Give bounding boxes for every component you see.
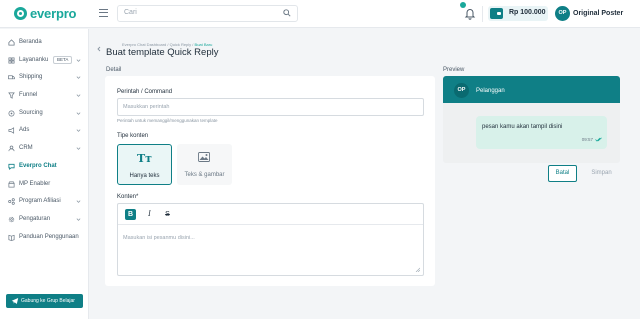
- chevron-down-icon: [76, 199, 81, 203]
- sidebar-item-label: Shipping: [19, 74, 43, 80]
- preview-message: pesan kamu akan tampil disini: [482, 124, 563, 130]
- sidebar-item-beranda[interactable]: Beranda: [0, 35, 89, 49]
- save-button[interactable]: Simpan: [584, 165, 619, 182]
- chevron-down-icon: [76, 93, 81, 97]
- balance-chip[interactable]: Rp 100.000: [488, 6, 548, 21]
- beta-badge: BETA: [53, 56, 73, 64]
- command-input[interactable]: Masukkan perintah: [117, 98, 424, 116]
- sidebar-item-crm[interactable]: CRM: [0, 141, 89, 155]
- strikethrough-button[interactable]: S: [162, 209, 173, 220]
- user-avatar[interactable]: OP: [555, 6, 570, 21]
- sidebar-item-label: MP Enabler: [19, 181, 51, 187]
- gear-icon: [8, 216, 15, 222]
- content-type-label: Tipe konten: [117, 133, 149, 139]
- sidebar-item-shipping[interactable]: Shipping: [0, 70, 89, 84]
- sidebar-item-label: Sourcing: [19, 110, 43, 116]
- italic-button[interactable]: I: [144, 209, 155, 220]
- megaphone-icon: [8, 126, 15, 134]
- search-icon[interactable]: [283, 9, 291, 17]
- sidebar-item-label: Panduan Penggunaan: [19, 234, 79, 240]
- read-check-icon: [595, 137, 602, 142]
- sourcing-icon: [8, 110, 15, 116]
- top-bar: everpro Cari Rp 100.000 OP Original Post…: [0, 0, 640, 28]
- book-icon: [8, 234, 15, 241]
- editor-toolbar: B I S: [118, 204, 423, 225]
- content-placeholder: Masukan isi pesanmu disini...: [123, 235, 195, 241]
- search-placeholder: Cari: [124, 9, 137, 16]
- content-editor[interactable]: B I S Masukan isi pesanmu disini...: [117, 203, 424, 276]
- cancel-button[interactable]: Batal: [548, 165, 577, 182]
- sidebar-item-label: Beranda: [19, 39, 42, 45]
- chevron-down-icon: [76, 128, 81, 132]
- user-name[interactable]: Original Poster: [573, 10, 623, 17]
- sidebar-item-panduan-penggunaan[interactable]: Panduan Penggunaan: [0, 230, 89, 244]
- preview-section-label: Preview: [443, 67, 465, 73]
- detail-section-label: Detail: [106, 67, 122, 73]
- content-type-text-only[interactable]: Tт Hanya teks: [117, 144, 172, 185]
- sidebar-item-layananku[interactable]: Layananku BETA: [0, 53, 89, 67]
- sidebar-item-funnel[interactable]: Funnel: [0, 88, 89, 102]
- content-type-label-image: Teks & gambar: [184, 172, 225, 178]
- back-chevron-icon[interactable]: [96, 46, 102, 52]
- page-title: Buat template Quick Reply: [106, 47, 219, 58]
- command-placeholder: Masukkan perintah: [123, 104, 170, 110]
- sidebar-item-label: CRM: [19, 145, 33, 151]
- wallet-icon: [490, 8, 503, 19]
- preview-header: OP Pelanggan: [443, 76, 620, 103]
- sidebar-item-label: Program Afiliasi: [19, 198, 61, 204]
- chevron-down-icon: [76, 58, 81, 62]
- chevron-down-icon: [76, 111, 81, 115]
- image-icon: [198, 152, 210, 162]
- sidebar-item-ads[interactable]: Ads: [0, 123, 89, 137]
- message-time: 09:57: [581, 137, 593, 142]
- sidebar-item-label: Pengaturan: [19, 216, 51, 222]
- search-input[interactable]: Cari: [117, 5, 298, 22]
- content-type-label-text: Hanya teks: [129, 173, 160, 179]
- grid-icon: [8, 57, 15, 63]
- chevron-down-icon: [76, 75, 81, 79]
- affiliate-icon: [8, 197, 15, 205]
- sidebar-item-program-afiliasi[interactable]: Program Afiliasi: [0, 194, 89, 208]
- message-bubble: pesan kamu akan tampil disini 09:57: [476, 116, 607, 149]
- sidebar-item-label: Everpro Chat: [19, 163, 57, 169]
- sidebar-item-everpro-chat[interactable]: Everpro Chat: [0, 159, 89, 173]
- join-button-label: Gabung ke Grup Belajar: [21, 298, 75, 304]
- chevron-down-icon: [76, 217, 81, 221]
- sidebar-item-label: Layananku: [19, 57, 49, 63]
- telegram-icon: [11, 298, 19, 304]
- text-icon: Tт: [137, 152, 153, 165]
- balance-amount: Rp 100.000: [509, 9, 546, 16]
- truck-icon: [8, 74, 15, 79]
- logo-mark-icon: [14, 7, 27, 20]
- content-label: Konten*: [117, 194, 139, 200]
- logo-text: everpro: [30, 6, 77, 21]
- logo[interactable]: everpro: [14, 6, 76, 21]
- chat-icon: [8, 163, 15, 170]
- sidebar-item-sourcing[interactable]: Sourcing: [0, 106, 89, 120]
- crm-icon: [8, 145, 15, 151]
- content-type-text-image[interactable]: Teks & gambar: [177, 144, 232, 185]
- join-study-group-button[interactable]: Gabung ke Grup Belajar: [6, 294, 83, 308]
- chevron-down-icon: [76, 146, 81, 150]
- sidebar-item-label: Ads: [19, 127, 30, 133]
- home-icon: [8, 38, 15, 46]
- contact-name: Pelanggan: [476, 88, 505, 94]
- bell-icon[interactable]: [464, 7, 476, 20]
- sidebar-item-label: Funnel: [19, 92, 38, 98]
- sidebar-item-pengaturan[interactable]: Pengaturan: [0, 212, 89, 226]
- resize-handle-icon[interactable]: [415, 267, 420, 272]
- funnel-icon: [8, 92, 15, 99]
- store-icon: [8, 181, 15, 187]
- command-help-text: Perintah untuk memanggil/menggunakan tem…: [117, 118, 218, 123]
- hamburger-menu-icon[interactable]: [99, 9, 108, 17]
- sidebar-item-mp-enabler[interactable]: MP Enabler: [0, 177, 89, 191]
- header-divider: [482, 6, 483, 22]
- bold-button[interactable]: B: [125, 209, 136, 220]
- sidebar: Beranda Layananku BETA Shipping Funnel S…: [0, 29, 89, 319]
- contact-avatar: OP: [454, 83, 469, 98]
- command-label: Perintah / Command: [117, 89, 173, 95]
